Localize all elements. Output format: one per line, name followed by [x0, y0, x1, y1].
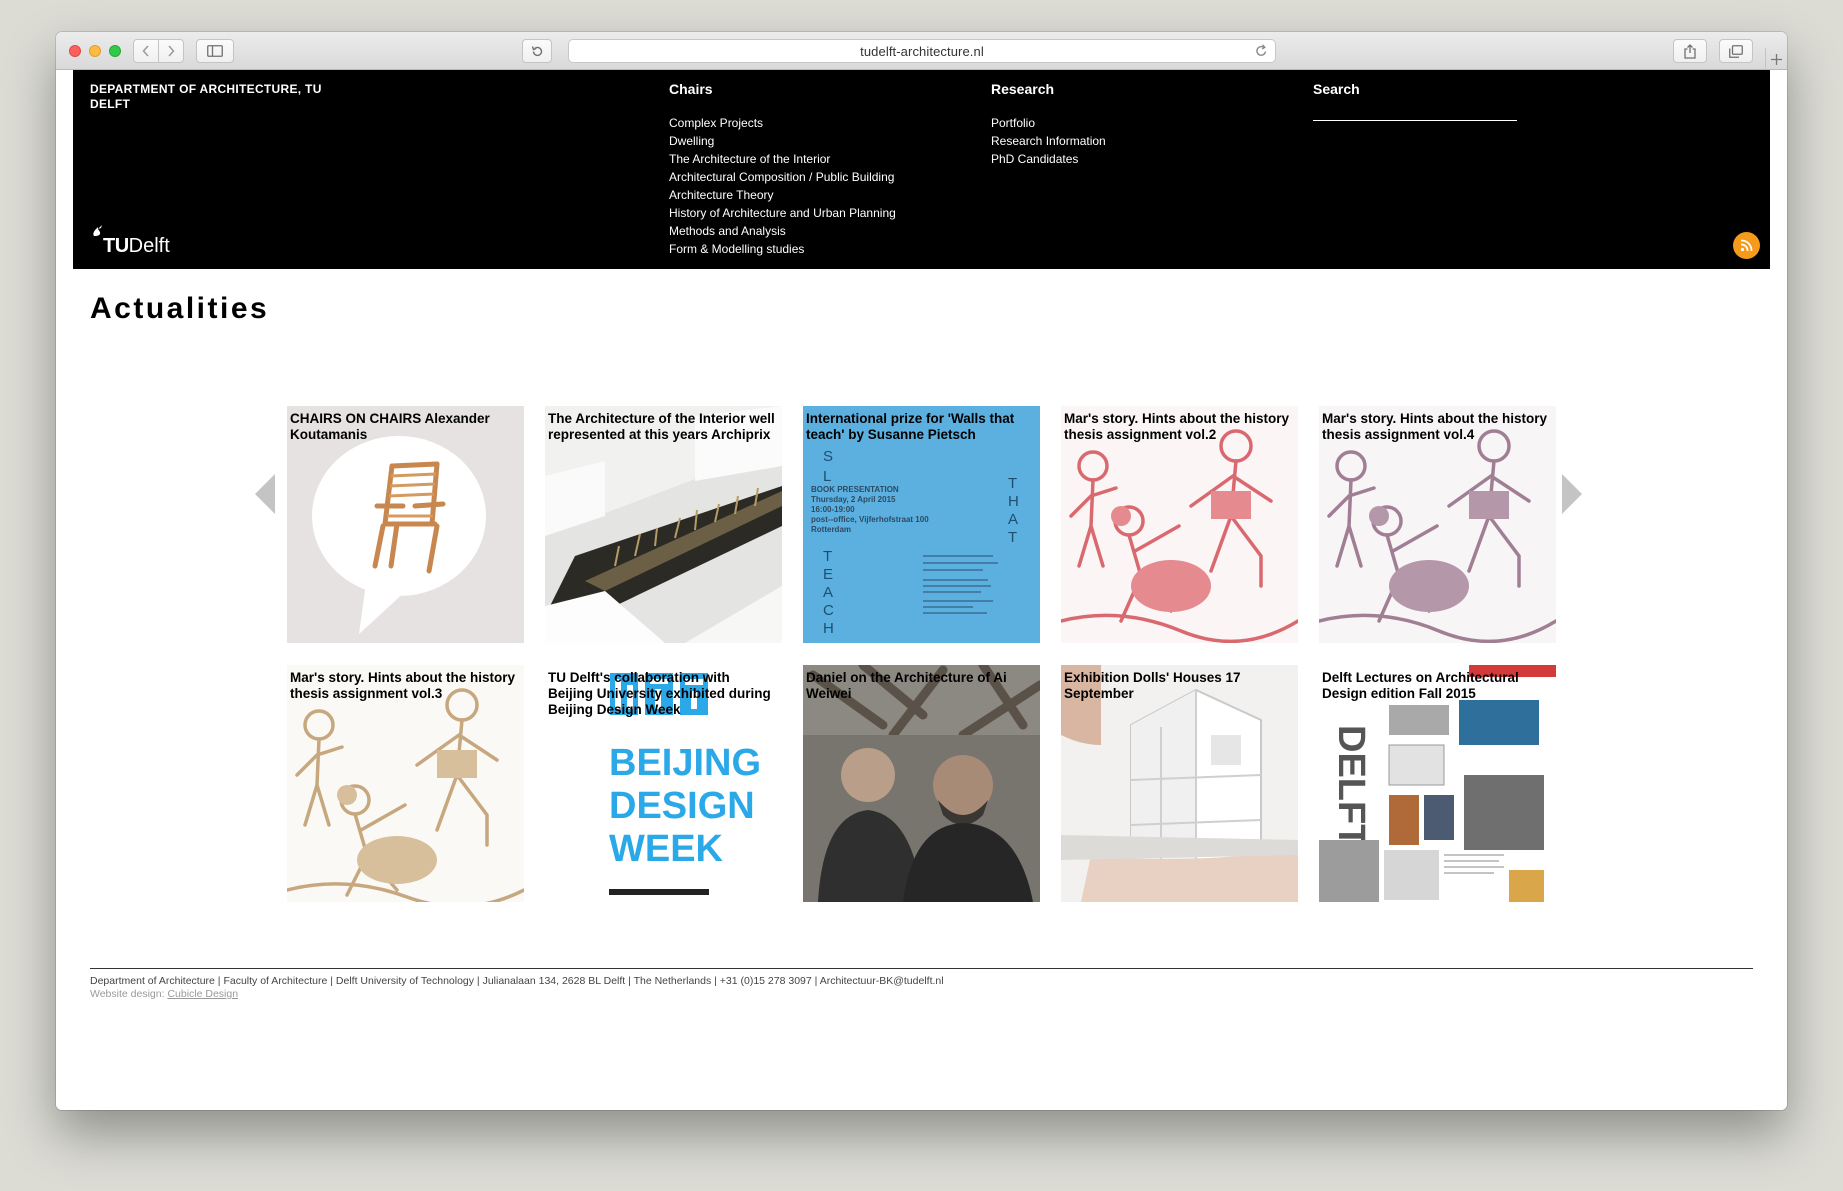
browser-toolbar: tudelft-architecture.nl	[56, 32, 1787, 70]
rss-icon	[1740, 239, 1753, 252]
tile-caption: The Architecture of the Interior well re…	[548, 411, 775, 442]
nav-link-phd-candidates[interactable]: PhD Candidates	[991, 150, 1106, 168]
site-header: DEPARTMENT OF ARCHITECTURE, TU DELFT TUD…	[73, 70, 1770, 269]
tile-caption: Mar's story. Hints about the history the…	[1322, 411, 1547, 442]
research-heading[interactable]: Research	[991, 80, 1106, 98]
svg-text:C: C	[823, 602, 834, 619]
footer-address: Department of Architecture | Faculty of …	[90, 975, 944, 987]
forward-button[interactable]	[158, 39, 184, 63]
minimize-window-button[interactable]	[89, 45, 101, 57]
nav-link-architectural-composition[interactable]: Architectural Composition / Public Build…	[669, 168, 896, 186]
history-icon	[531, 45, 542, 56]
cubicle-design-link[interactable]: Cubicle Design	[167, 988, 238, 1000]
tile-caption: Mar's story. Hints about the history the…	[290, 670, 515, 701]
news-tile-delft-lectures[interactable]: DELFT Delft Lectures on Architectural De…	[1319, 665, 1556, 902]
poster-venue: post--office, Vijferhofstraat 100	[811, 515, 929, 524]
news-tile-chairs-on-chairs[interactable]: CHAIRS ON CHAIRS Alexander Koutamanis	[287, 406, 524, 643]
plus-icon	[1771, 53, 1782, 65]
department-name[interactable]: DEPARTMENT OF ARCHITECTURE, TU DELFT	[90, 82, 330, 112]
carousel-prev-arrow[interactable]	[255, 474, 275, 514]
svg-text:A: A	[1008, 511, 1018, 528]
rss-button[interactable]	[1733, 232, 1760, 259]
svg-text:S: S	[823, 448, 833, 465]
address-bar[interactable]: tudelft-architecture.nl	[568, 39, 1276, 63]
url-text: tudelft-architecture.nl	[860, 43, 984, 59]
nav-link-methods-analysis[interactable]: Methods and Analysis	[669, 222, 896, 240]
chevron-right-icon	[168, 45, 175, 57]
nav-link-history-architecture[interactable]: History of Architecture and Urban Planni…	[669, 204, 896, 222]
svg-text:E: E	[823, 566, 833, 583]
sidebar-icon	[207, 45, 223, 57]
footer-divider	[90, 968, 1753, 969]
poster-book-presentation: BOOK PRESENTATION	[811, 485, 899, 494]
poster-week: WEEK	[609, 828, 724, 870]
poster-beijing: BEIJING	[609, 742, 761, 784]
nav-link-form-modelling[interactable]: Form & Modelling studies	[669, 240, 896, 258]
tabs-icon	[1729, 44, 1743, 58]
tile-caption: Delft Lectures on Architectural Design e…	[1322, 670, 1519, 701]
chairs-heading[interactable]: Chairs	[669, 80, 896, 98]
reload-icon[interactable]	[1255, 44, 1268, 61]
tu-delft-logo[interactable]: TUDelft	[89, 222, 170, 256]
show-tabs-button[interactable]	[1719, 39, 1753, 63]
svg-text:H: H	[1008, 493, 1019, 510]
history-button[interactable]	[522, 39, 552, 63]
search-heading: Search	[1313, 81, 1360, 97]
nav-link-research-information[interactable]: Research Information	[991, 132, 1106, 150]
nav-link-portfolio[interactable]: Portfolio	[991, 114, 1106, 132]
search-input[interactable]	[1313, 120, 1517, 121]
new-tab-button[interactable]	[1765, 48, 1787, 70]
tile-caption: International prize for 'Walls that teac…	[806, 411, 1015, 442]
maximize-window-button[interactable]	[109, 45, 121, 57]
poster-date: Thursday, 2 April 2015	[811, 495, 896, 504]
svg-text:H: H	[823, 620, 834, 637]
logo-delft-text: Delft	[128, 235, 170, 257]
close-window-button[interactable]	[69, 45, 81, 57]
carousel-next-arrow[interactable]	[1562, 474, 1582, 514]
tile-caption: Daniel on the Architecture of Ai Weiwei	[806, 670, 1007, 701]
news-tile-dolls-houses[interactable]: Exhibition Dolls' Houses 17 September	[1061, 665, 1298, 902]
footer-credit: Website design: Cubicle Design	[90, 988, 238, 1001]
tile-caption: Exhibition Dolls' Houses 17 September	[1064, 670, 1241, 701]
news-tile-ai-weiwei[interactable]: Daniel on the Architecture of Ai Weiwei	[803, 665, 1040, 902]
poster-design: DESIGN	[609, 785, 755, 827]
web-page: DEPARTMENT OF ARCHITECTURE, TU DELFT TUD…	[56, 70, 1787, 1110]
poster-delft: DELFT	[1330, 725, 1372, 847]
back-button[interactable]	[133, 39, 159, 63]
svg-text:L: L	[823, 468, 831, 485]
news-tile-mars-story-vol4[interactable]: Mar's story. Hints about the history the…	[1319, 406, 1556, 643]
tile-caption: CHAIRS ON CHAIRS Alexander Koutamanis	[290, 411, 490, 442]
footer-credit-prefix: Website design:	[90, 988, 168, 1000]
nav-link-architecture-of-interior[interactable]: The Architecture of the Interior	[669, 150, 896, 168]
nav-link-architecture-theory[interactable]: Architecture Theory	[669, 186, 896, 204]
logo-tu-text: TU	[103, 235, 129, 257]
news-tile-mars-story-vol3[interactable]: Mar's story. Hints about the history the…	[287, 665, 524, 902]
news-tile-mars-story-vol2[interactable]: Mar's story. Hints about the history the…	[1061, 406, 1298, 643]
poster-time: 16:00-19:00	[811, 505, 855, 514]
tile-caption: Mar's story. Hints about the history the…	[1064, 411, 1289, 442]
news-tile-beijing-design-week[interactable]: BEIJING DESIGN WEEK TU Delft's collabora…	[545, 665, 782, 902]
chevron-left-icon	[142, 45, 149, 57]
svg-text:A: A	[823, 584, 833, 601]
share-button[interactable]	[1673, 39, 1707, 63]
nav-link-complex-projects[interactable]: Complex Projects	[669, 114, 896, 132]
research-menu: Research Portfolio Research Information …	[991, 80, 1106, 168]
page-title: Actualities	[90, 292, 270, 325]
poster-city: Rotterdam	[811, 525, 851, 534]
share-icon	[1684, 43, 1696, 59]
chairs-menu: Chairs Complex Projects Dwelling The Arc…	[669, 80, 896, 258]
tile-caption: TU Delft's collaboration with Beijing Un…	[548, 670, 771, 717]
nav-link-dwelling[interactable]: Dwelling	[669, 132, 896, 150]
news-tile-walls-that-teach[interactable]: SL THAT TEACH BOOK PRESENTATION Thursday…	[803, 406, 1040, 643]
svg-text:T: T	[1008, 529, 1017, 546]
sidebar-toggle-button[interactable]	[196, 39, 234, 63]
news-tile-archiprix[interactable]: The Architecture of the Interior well re…	[545, 406, 782, 643]
svg-text:T: T	[1008, 475, 1017, 492]
browser-window: tudelft-architecture.nl DEPARTMENT OF AR…	[56, 32, 1787, 1110]
search-section: Search	[1313, 80, 1517, 121]
svg-text:T: T	[823, 548, 832, 565]
